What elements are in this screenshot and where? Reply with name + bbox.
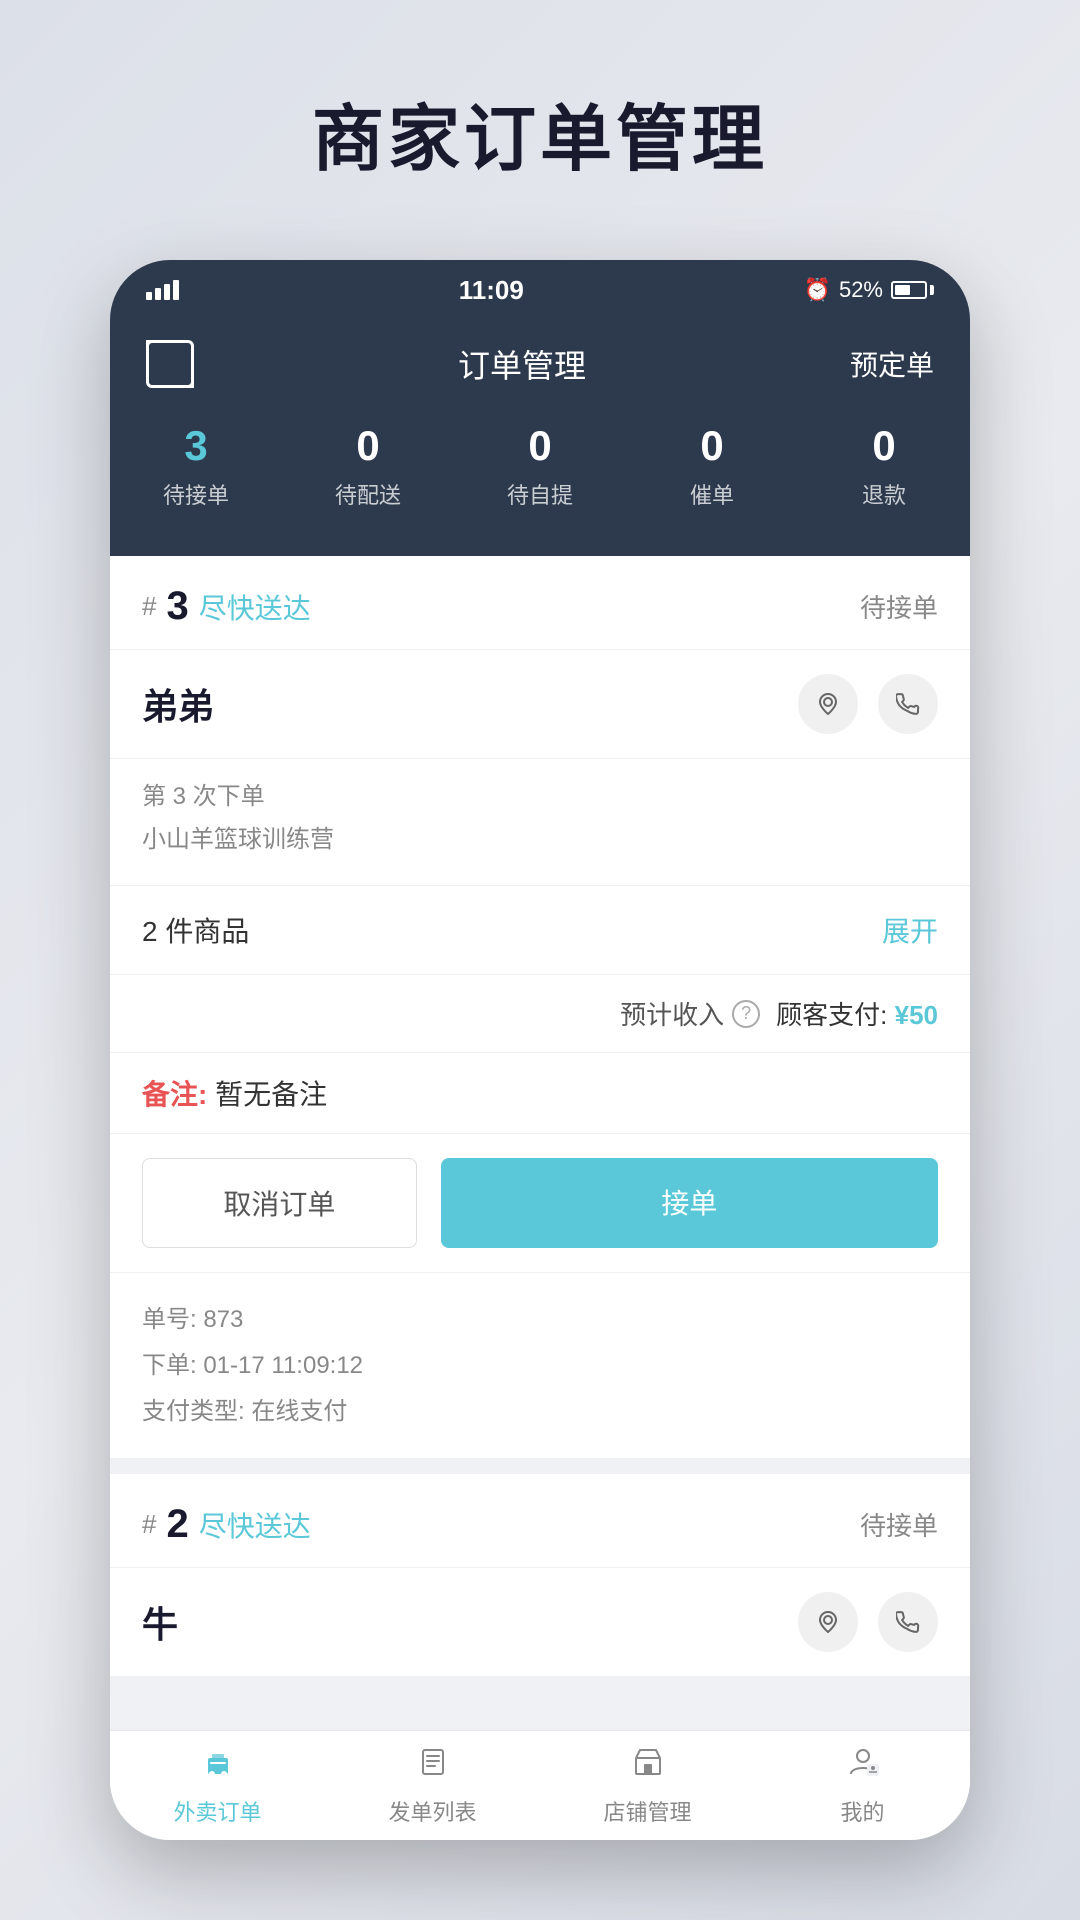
- battery-icon: [891, 281, 934, 299]
- order-status-2: 待接单: [860, 1506, 938, 1543]
- nav-item-orders[interactable]: 发单列表: [325, 1744, 540, 1827]
- phone-frame: 11:09 ⏰ 52% 订单管理 预定单 3 待接单 0 待配送 0: [110, 260, 970, 1840]
- scan-icon[interactable]: [146, 340, 194, 388]
- takeout-label: 外卖订单: [173, 1795, 261, 1827]
- items-row-1: 2 件商品 展开: [110, 886, 970, 975]
- phone-button-2[interactable]: [878, 1592, 938, 1652]
- contact-icons-2: [798, 1592, 938, 1652]
- order-time-1: 下单: 01-17 11:09:12: [142, 1343, 938, 1389]
- stat-pending-pickup[interactable]: 0 待自提: [454, 422, 626, 510]
- contact-icons-1: [798, 674, 938, 734]
- address-1: 小山羊篮球训练营: [142, 818, 938, 861]
- order-hash: #: [142, 591, 156, 622]
- nav-item-mine[interactable]: 我的: [755, 1744, 970, 1827]
- customer-name-2: 牛: [142, 1596, 178, 1648]
- orders-label: 发单列表: [388, 1795, 476, 1827]
- note-label-1: 备注:: [142, 1079, 207, 1110]
- cancel-button-1[interactable]: 取消订单: [142, 1158, 417, 1248]
- order-header-1: # 3 尽快送达 待接单: [110, 556, 970, 650]
- order-card-1: # 3 尽快送达 待接单 弟弟: [110, 556, 970, 1458]
- customer-row-1: 弟弟: [110, 650, 970, 759]
- bottom-nav: 外卖订单 发单列表 店铺管理: [110, 1730, 970, 1840]
- app-header: 订单管理 预定单: [110, 320, 970, 412]
- items-count-1: 2 件商品: [142, 910, 249, 950]
- phone-button-1[interactable]: [878, 674, 938, 734]
- order-card-2: # 2 尽快送达 待接单 牛: [110, 1474, 970, 1677]
- customer-name-1: 弟弟: [142, 678, 214, 730]
- order-details-1: 单号: 873 下单: 01-17 11:09:12 支付类型: 在线支付: [110, 1273, 970, 1458]
- pay-type-1: 支付类型: 在线支付: [142, 1389, 938, 1435]
- note-content-1: 暂无备注: [215, 1079, 327, 1110]
- alarm-icon: ⏰: [804, 277, 831, 303]
- mine-icon: [845, 1744, 881, 1789]
- note-row-1: 备注: 暂无备注: [110, 1053, 970, 1134]
- order-num-1: 3: [166, 584, 188, 629]
- location-button-2[interactable]: [798, 1592, 858, 1652]
- refund-label: 退款: [862, 483, 906, 508]
- stat-pending-delivery[interactable]: 0 待配送: [282, 422, 454, 510]
- order-num-2: 2: [166, 1502, 188, 1547]
- reservation-label[interactable]: 预定单: [850, 344, 934, 384]
- stat-pending-accept[interactable]: 3 待接单: [110, 422, 282, 510]
- urge-label: 催单: [690, 483, 734, 508]
- stats-row: 3 待接单 0 待配送 0 待自提 0 催单 0 退款: [110, 412, 970, 538]
- customer-info-1: 第 3 次下单 小山羊篮球训练营: [110, 759, 970, 886]
- stat-urge[interactable]: 0 催单: [626, 422, 798, 510]
- help-icon-1[interactable]: ?: [732, 1000, 760, 1028]
- store-label: 店铺管理: [603, 1795, 691, 1827]
- price-row-1: 预计收入 ? 顾客支付: ¥50: [110, 975, 970, 1053]
- delivery-type-1: 尽快送达: [199, 587, 311, 627]
- orders-icon: [415, 1744, 451, 1789]
- order-status-1: 待接单: [860, 588, 938, 625]
- order-no-1: 单号: 873: [142, 1297, 938, 1343]
- order-hash-2: #: [142, 1509, 156, 1540]
- pending-delivery-label: 待配送: [335, 483, 401, 508]
- pending-pickup-label: 待自提: [507, 483, 573, 508]
- order-count-1: 第 3 次下单: [142, 775, 938, 818]
- accept-button-1[interactable]: 接单: [441, 1158, 938, 1248]
- customer-row-2: 牛: [110, 1568, 970, 1677]
- mine-label: 我的: [840, 1795, 884, 1827]
- action-row-1: 取消订单 接单: [110, 1134, 970, 1273]
- stat-refund[interactable]: 0 退款: [798, 422, 970, 510]
- signal-icon: [146, 280, 179, 300]
- status-time: 11:09: [459, 275, 524, 306]
- nav-item-takeout[interactable]: 外卖订单: [110, 1744, 325, 1827]
- pending-accept-number: 3: [110, 422, 282, 470]
- header-title: 订单管理: [458, 341, 586, 387]
- customer-pay-1: 顾客支付: ¥50: [776, 995, 938, 1032]
- refund-number: 0: [798, 422, 970, 470]
- status-right: ⏰ 52%: [804, 277, 934, 303]
- battery-percent: 52%: [839, 277, 883, 303]
- location-button-1[interactable]: [798, 674, 858, 734]
- order-number-section-2: # 2 尽快送达: [142, 1502, 311, 1547]
- content-area: # 3 尽快送达 待接单 弟弟: [110, 556, 970, 1793]
- status-bar: 11:09 ⏰ 52%: [110, 260, 970, 320]
- takeout-icon: [200, 1744, 236, 1789]
- nav-item-store[interactable]: 店铺管理: [540, 1744, 755, 1827]
- order-number-section: # 3 尽快送达: [142, 584, 311, 629]
- pending-accept-label: 待接单: [163, 483, 229, 508]
- pending-pickup-number: 0: [454, 422, 626, 470]
- active-indicator: [522, 538, 558, 556]
- note-text-1: 备注: 暂无备注: [142, 1079, 327, 1110]
- status-left: [146, 280, 179, 300]
- pending-delivery-number: 0: [282, 422, 454, 470]
- pay-amount-1: ¥50: [895, 1000, 938, 1030]
- expand-button-1[interactable]: 展开: [882, 910, 938, 950]
- estimated-income-label: 预计收入 ?: [620, 995, 760, 1032]
- order-header-2: # 2 尽快送达 待接单: [110, 1474, 970, 1568]
- store-icon: [630, 1744, 666, 1789]
- page-title: 商家订单管理: [0, 80, 1080, 185]
- urge-number: 0: [626, 422, 798, 470]
- delivery-type-2: 尽快送达: [199, 1505, 311, 1545]
